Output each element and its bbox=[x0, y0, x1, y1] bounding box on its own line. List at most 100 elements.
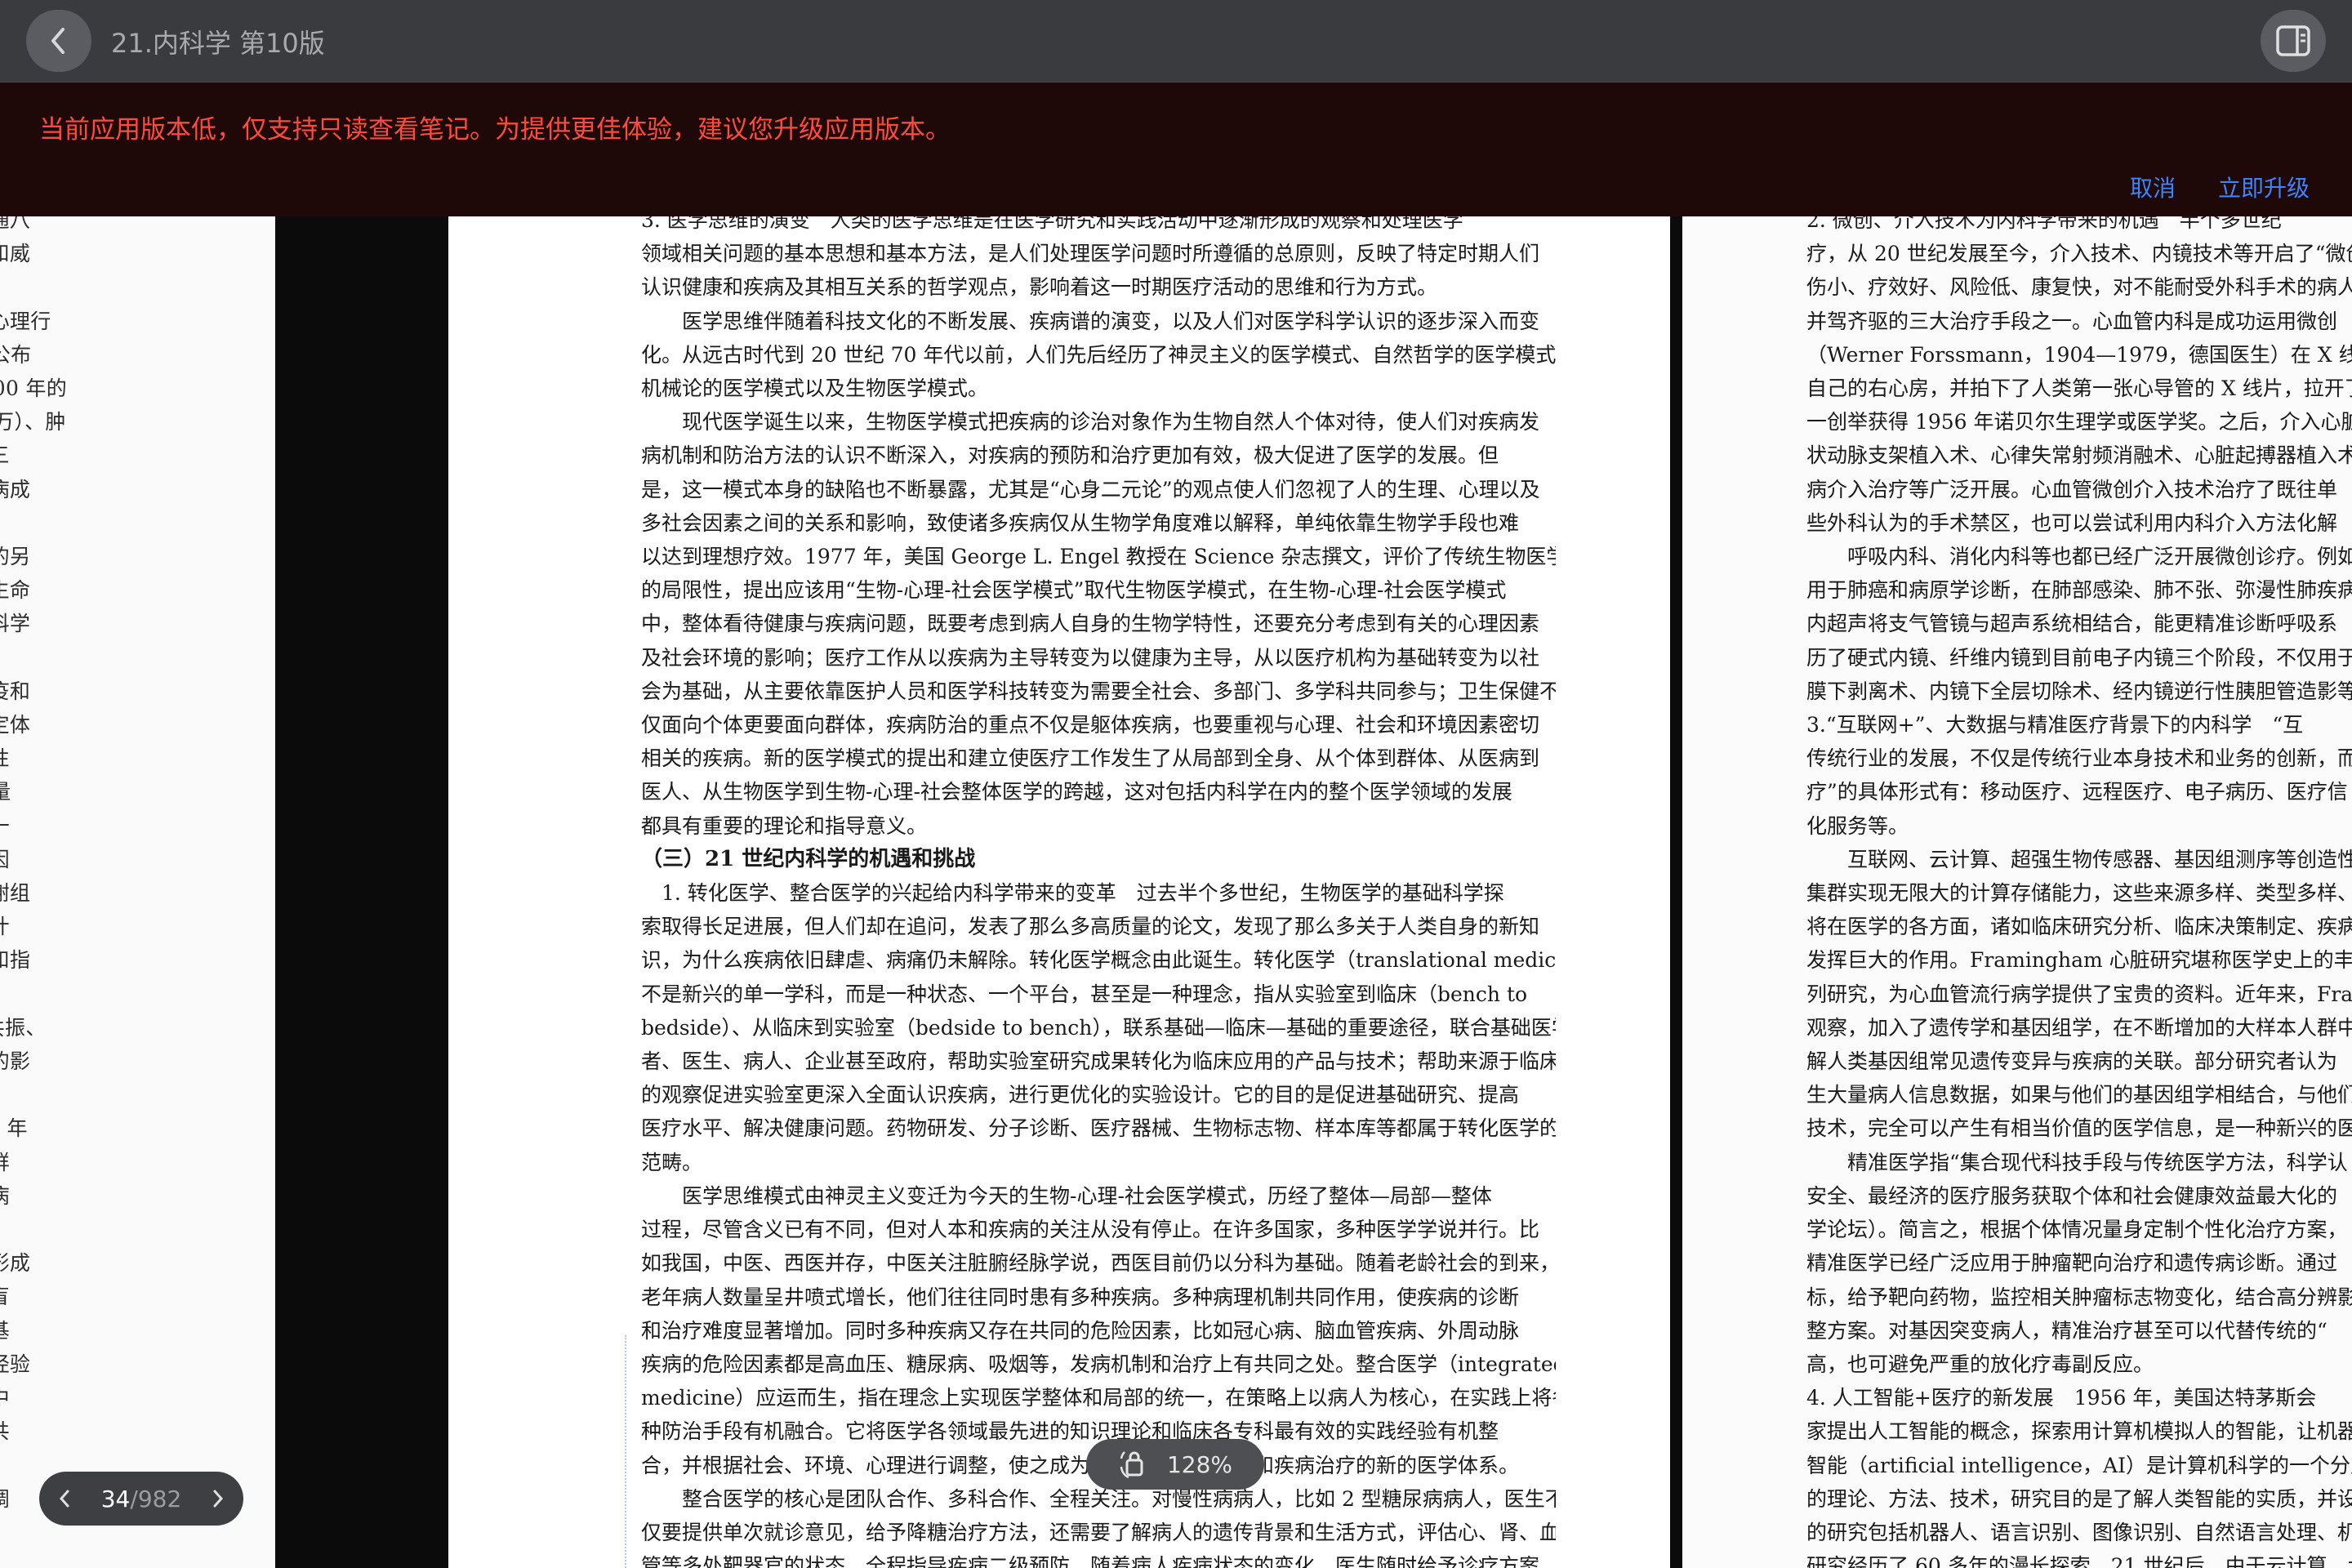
text-line: 类对疾病发生、发展规律的科学 bbox=[0, 612, 31, 636]
text-line: 性病导致的占 74%，比 2000 年的 bbox=[0, 376, 68, 400]
text-line bbox=[0, 506, 264, 540]
text-line: 管等多处靶器官的状态，全程指导疾病二级预防。随着病人疾病状态的变化，医生随时给予… bbox=[641, 1554, 1540, 1568]
text-line: 者、医生、病人、企业甚至政府，帮助实验室研究成果转化为临床应用的产品与技术；帮助… bbox=[641, 1049, 1556, 1074]
text-line: 技术的开发和应用，使疾病的影 bbox=[0, 1049, 31, 1074]
text-line: 如我国，中医、西医并存，中医关注脏腑经脉学说，西医目前仍以分科为基础。随着老龄社… bbox=[641, 1251, 1556, 1276]
text-line: 化服务等。 bbox=[1806, 813, 1909, 838]
text-line: 内超声将支气管镜与超声系统相结合，能更精准诊断呼吸系 bbox=[1806, 612, 2338, 636]
upgrade-banner: 当前应用版本低，仅支持只读查看笔记。为提供更佳体验，建议您升级应用版本。 取消 … bbox=[0, 82, 2352, 216]
text-line: 3. 医学思维的演变 人类的医学思维是在医学研究和实践活动中逐渐形成的观察和处理… bbox=[641, 216, 1463, 232]
text-line: 过程，尽管含义已有不同，但对人本和疾病的关注从没有停止。在许多国家，多种医学学说… bbox=[641, 1218, 1540, 1242]
text-line: 疑。高效液相层析、放射免疫和 bbox=[0, 679, 31, 703]
text-line: 伤小、疗效好、风险低、康复快，对不能耐受外科手术的病人 bbox=[1806, 275, 2352, 300]
text-line: medicine）应运而生，指在理念上实现医学整体和局部的统一，在策略上以病人为… bbox=[641, 1386, 1556, 1410]
back-button[interactable] bbox=[26, 10, 91, 72]
text-line: 将在医学的各方面，诸如临床研究分析、临床决策制定、疾病 bbox=[1806, 915, 2352, 939]
text-line: 化。从远古时代到 20 世纪 70 年代以前，人们先后经历了神灵主义的医学模式、… bbox=[641, 342, 1556, 367]
sidebar-toggle-button[interactable] bbox=[2261, 10, 2326, 72]
text-line: 因芯片等技术的建立，使测定体 bbox=[0, 713, 31, 737]
text-line: bedside）、从临床到实验室（bedside to bench），联系基础—… bbox=[641, 1015, 1556, 1040]
upgrade-message: 当前应用版本低，仅支持只读查看笔记。为提供更佳体验，建议您升级应用版本。 bbox=[39, 115, 951, 145]
text-line: 状动脉支架植入术、心律失常射频消融术、心脏起搏器植入术 bbox=[1806, 443, 2352, 468]
text-line: 领域相关问题的基本思想和基本方法，是人们处理医学问题时所遵循的总原则，反映了特定… bbox=[641, 242, 1540, 266]
text-line: 些外科认为的手术禁区，也可以尝试利用内科介入方法化解 bbox=[1806, 510, 2338, 535]
text-line: 相关的疾病。新的医学模式的提出和建立使医疗工作发生了从局部到全身、从个体到群体、… bbox=[641, 746, 1540, 771]
text-line: 2. 微创、介入技术为内科学带来的机遇 半个多世纪 bbox=[1806, 216, 2282, 232]
text-line: 是指导实践的循证医学指南共 bbox=[0, 1414, 264, 1448]
text-line: 3.“互联网+”、大数据与精准医疗背景下的内科学 “互 bbox=[1806, 713, 2304, 737]
text-line: （三）21 世纪内科学的机遇和挑战 bbox=[641, 846, 976, 871]
text-line: （Werner Forssmann，1904—1979，德国医生）在 X 线透视… bbox=[1806, 342, 2352, 367]
text-line: 老年病人数量呈井喷式增长，他们往往同时患有多种疾病。多种病理机制共同作用，使疾病… bbox=[641, 1285, 1520, 1309]
text-line: 整方案。对基因突变病人，精准治疗甚至可以代替传统的“ bbox=[1806, 1318, 2328, 1343]
text-line: 标，给予靶向药物，监控相关肿瘤标志物变化，结合高分辨影 bbox=[1806, 1285, 2352, 1309]
text-line: 智能（artificial intelligence，AI）是计算机科学的一个分… bbox=[1806, 1453, 2352, 1477]
text-line: 会为基础，从主要依靠医护人员和医学科技转变为需要全社会、多部门、多学科共同参与；… bbox=[641, 679, 1556, 703]
text-line: 理和方法结合在一起探索疾病 bbox=[0, 1179, 264, 1213]
text-line: 过去仅依据医生（即使最有经验 bbox=[0, 1352, 31, 1376]
text-line: 研究经历了 60 多年的漫长探索，21 世纪后，由于云计算、大数 bbox=[1806, 1554, 2352, 1568]
text-line: 仅面向个体更要面向群体，疾病防治的重点不仅是躯体疾病，也要重视与心理、社会和环境… bbox=[641, 713, 1540, 737]
text-line: 因此，诊治慢性非传染性疾病成 bbox=[0, 477, 31, 501]
next-page[interactable]: 2. 微创、介入技术为内科学带来的机遇 半个多世纪疗，从 20 世纪发展至今，介… bbox=[1682, 216, 2352, 1568]
cancel-button[interactable]: 取消 bbox=[2130, 171, 2176, 203]
text-line: 索取得长足进展，但人们却在追问，发表了那么多高质量的论文，发现了那么多关于人类自… bbox=[641, 915, 1540, 939]
text-line: 一创举获得 1956 年诺贝尔生理学或医学奖。之后，介入心脏 bbox=[1806, 410, 2352, 434]
text-line: 病机制和防治方法的认识不断深入，对疾病的预防和治疗更加有效，极大促进了医学的发展… bbox=[641, 443, 1499, 468]
text-line: 学论坛）。简言之，根据个体情况量身定制个性化治疗方案， bbox=[1806, 1218, 2348, 1242]
text-line: 精准医学已经广泛应用于肿瘤靶向治疗和遗传病诊断。通过 bbox=[1806, 1251, 2338, 1276]
previous-page-icon[interactable] bbox=[54, 1486, 75, 1511]
text-line: 的客观证据作为医疗决策的基 bbox=[0, 1314, 264, 1348]
text-line: 医学和基础医学对人类自身生命 bbox=[0, 578, 31, 603]
text-line: 医学思维模式由神灵主义变迁为今天的生物-心理-社会医学模式，历经了整体—局部—整… bbox=[641, 1183, 1492, 1208]
text-line: 床研究中采用前瞻性随机双盲 bbox=[0, 1280, 264, 1313]
text-line: 1. 转化医学、整合医学的兴起给内科学带来的变革 过去半个多世纪，生物医学的基础… bbox=[641, 881, 1504, 906]
page-counter: 34 / 982 bbox=[101, 1486, 182, 1512]
text-line: 识，为什么疾病依旧肆虐、病痛仍未解除。转化医学概念由此诞生。转化医学（trans… bbox=[641, 948, 1556, 973]
text-line: 病。人类表型组国际大科学计 bbox=[0, 910, 264, 943]
text-line bbox=[0, 1213, 264, 1246]
text-line: 传统行业的发展，不仅是传统行业本身技术和业务的创新，而 bbox=[1806, 746, 2352, 771]
current-page-text: 3. 医学思维的演变 人类的医学思维是在医学研究和实践活动中逐渐形成的观察和处理… bbox=[641, 216, 1556, 1568]
previous-page[interactable]: 法，病毒等微生物搭载着四通八 ，对传染性疾病带来的挑战和威的延长、生活方式改变以及… bbox=[0, 216, 275, 1568]
text-line: 疾病的危险因素都是高血压、糖尿病、吸烟等，发病机制和治疗上有共同之处。整合医学（… bbox=[641, 1352, 1556, 1376]
text-line: 整合医学的核心是团队合作、多科合作、全程关注。对慢性病病人，比如 2 型糖尿病病… bbox=[641, 1486, 1556, 1511]
text-line: 多社会因素之间的关系和影响，致使诸多疾病仅从生物学角度难以解释，单纯依靠生物学手… bbox=[641, 510, 1520, 535]
text-line: 的观察促进实验室更深入全面认识疾病，进行更优化的实验设计。它的目的是促进基础研究… bbox=[641, 1083, 1520, 1107]
previous-page-text: 法，病毒等微生物搭载着四通八 ，对传染性疾病带来的挑战和威的延长、生活方式改变以及… bbox=[0, 216, 264, 1516]
text-line: 机械论的医学模式以及生物医学模式。 bbox=[641, 376, 989, 401]
text-line: 。循证医学在日常医学实践中 bbox=[0, 1381, 264, 1414]
text-line: 组应用于各种场景，包括病因 bbox=[0, 843, 264, 876]
text-line: 临床流行病学于 20 世纪 70 年 bbox=[0, 1116, 28, 1141]
text-line: 家提出人工智能的概念，探索用计算机模拟人的智能，让机器 bbox=[1806, 1419, 2352, 1444]
upgrade-now-button[interactable]: 立即升级 bbox=[2218, 171, 2310, 203]
text-line: 现代医学诞生以来，生物医学模式把疾病的诊治对象作为生物自然人个体对待，使人们对疾… bbox=[641, 410, 1540, 434]
text-line: 分别为心血管疾病（1 790 万）、肿 bbox=[0, 410, 66, 434]
text-line: 是，这一模式本身的缺陷也不断暴露，尤其是“心身二元论”的观点使人们忽视了人的生理… bbox=[641, 477, 1540, 501]
next-page-icon[interactable] bbox=[207, 1486, 229, 1511]
text-line: 疗，从 20 世纪发展至今，介入技术、内镜技术等开启了“微创 bbox=[1806, 242, 2352, 266]
current-page[interactable]: 3. 医学思维的演变 人类的医学思维是在医学研究和实践活动中逐渐形成的观察和处理… bbox=[448, 216, 1670, 1568]
text-line: 大缩短，乙肝病毒 DNA 载量 bbox=[0, 780, 11, 804]
text-line: 呼吸内科、消化内科等也都已经广泛开展微创诊疗。例如 bbox=[1806, 545, 2352, 569]
text-line: 并驾齐驱的三大治疗手段之一。心血管内科是成功运用微创 bbox=[1806, 309, 2338, 333]
text-line: 集群实现无限大的计算存储能力，这些来源多样、类型多样、 bbox=[1806, 881, 2352, 906]
zoom-indicator[interactable]: 128% bbox=[1086, 1439, 1264, 1490]
text-line: 自己的右心房，并拍下了人类第一张心导管的 X 线片，拉开了 bbox=[1806, 376, 2352, 401]
text-line: 都具有重要的理论和指导意义。 bbox=[641, 813, 928, 838]
annotation-guide-line bbox=[625, 1335, 626, 1568]
text-line: 认识健康和疾病及其相互关系的哲学观点，影响着这一时期医疗活动的思维和行为方式。 bbox=[641, 275, 1438, 300]
zoom-level: 128% bbox=[1166, 1450, 1233, 1478]
text-line: 成主要的疾病类型。WHO 公布 bbox=[0, 342, 32, 367]
text-line: 更促成了多排螺旋 CT、磁共振、 bbox=[0, 1015, 47, 1040]
document-title: 21.内科学 第10版 bbox=[111, 28, 325, 59]
text-line: 安全、最经济的医疗服务获取个体和社会健康效益最大化的 bbox=[1806, 1183, 2338, 1208]
text-line: 病介入治疗等广泛开展。心血管微创介入技术治疗了既往单 bbox=[1806, 477, 2338, 501]
text-line bbox=[0, 270, 264, 304]
text-line: 精准医学指“集合现代科技手段与传统医学方法，科学认 bbox=[1806, 1150, 2348, 1174]
text-line: 仅要提供单次就诊意见，给予降糖治疗方法，还需要了解病人的遗传背景和生活方式，评估… bbox=[641, 1520, 1556, 1544]
page-separator: / bbox=[130, 1485, 138, 1512]
text-line: 不是新兴的单一学科，而是一种状态、一个平台，甚至是一种理念，指从实验室到临床（b… bbox=[641, 982, 1528, 1006]
text-line: 互联网、云计算、超强生物传感器、基因组测序等创造性 bbox=[1806, 847, 2352, 871]
banner-actions: 取消 立即升级 bbox=[2130, 171, 2310, 203]
